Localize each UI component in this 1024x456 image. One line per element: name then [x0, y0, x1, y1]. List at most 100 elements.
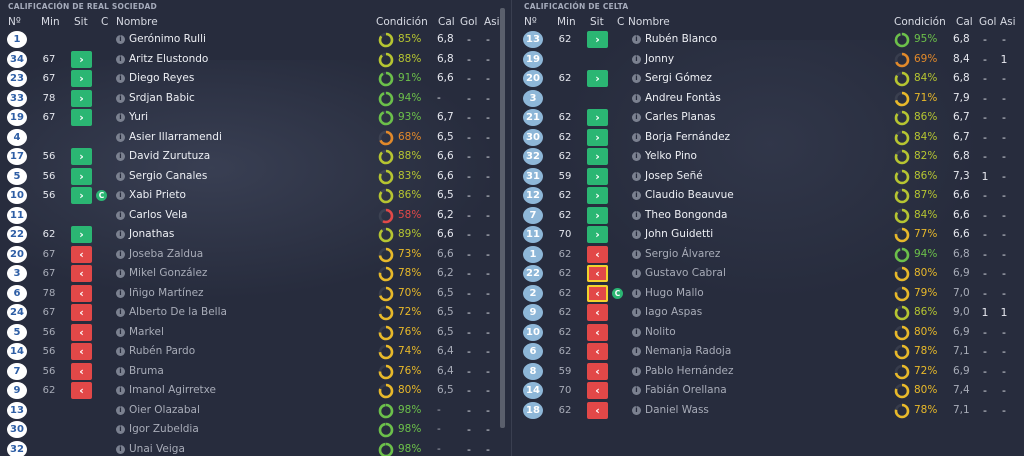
- table-row[interactable]: 19 i Jonny 69% 8,4-1: [516, 50, 1022, 70]
- player-name[interactable]: David Zurutuza: [129, 147, 210, 166]
- col-sit-header[interactable]: Sit: [74, 16, 88, 28]
- table-row[interactable]: 10 62 ‹ i Nolito 80% 6,9- -: [516, 323, 1022, 343]
- player-name[interactable]: Srdjan Babic: [129, 89, 195, 108]
- player-name[interactable]: Theo Bongonda: [645, 206, 727, 225]
- col-asi-header[interactable]: Asi: [1000, 16, 1016, 28]
- info-icon[interactable]: i: [632, 308, 641, 317]
- info-icon[interactable]: i: [632, 191, 641, 200]
- info-icon[interactable]: i: [632, 327, 641, 337]
- table-row[interactable]: 17 56 › i David Zurutuza 88% 6,6 - -: [0, 147, 506, 167]
- player-name[interactable]: Aritz Elustondo: [129, 50, 208, 69]
- table-row[interactable]: 1 62 ‹ i Sergio Álvarez 94% 6,8- -: [516, 245, 1022, 265]
- table-row[interactable]: 12 62 › i Claudio Beauvue 87% 6,6 - -: [516, 186, 1022, 206]
- info-icon[interactable]: i: [116, 269, 125, 278]
- table-row[interactable]: 6 62 ‹ i Nemanja Radoja 78% 7,1 - -: [516, 342, 1022, 362]
- table-row[interactable]: 5 56 › i Sergio Canales 83% 6,6- -: [0, 167, 506, 187]
- info-icon[interactable]: i: [632, 386, 641, 395]
- info-icon[interactable]: i: [632, 230, 641, 239]
- info-icon[interactable]: i: [116, 347, 125, 356]
- info-icon[interactable]: i: [632, 35, 641, 44]
- info-icon[interactable]: i: [632, 269, 641, 278]
- table-row[interactable]: 23 67 › i Diego Reyes 91% 6,6 - -: [0, 69, 506, 89]
- info-icon[interactable]: i: [116, 288, 125, 298]
- info-icon[interactable]: i: [116, 425, 125, 434]
- player-name[interactable]: Oier Olazabal: [129, 401, 200, 420]
- table-row[interactable]: 11 i Carlos Vela 58% 6,2- -: [0, 206, 506, 226]
- player-name[interactable]: Markel: [129, 323, 164, 342]
- info-icon[interactable]: i: [116, 366, 125, 376]
- player-name[interactable]: Asier Illarramendi: [129, 128, 222, 147]
- info-icon[interactable]: i: [116, 54, 125, 64]
- info-icon[interactable]: i: [632, 288, 641, 298]
- table-row[interactable]: 9 62 ‹ i Iago Aspas 86% 9,0 1 1: [516, 303, 1022, 323]
- player-name[interactable]: Mikel González: [129, 264, 207, 283]
- info-icon[interactable]: i: [632, 74, 641, 83]
- table-row[interactable]: 20 62 › i Sergi Gómez 84% 6,8 - -: [516, 69, 1022, 89]
- player-name[interactable]: Carlos Vela: [129, 206, 187, 225]
- player-name[interactable]: Bruma: [129, 362, 164, 381]
- col-min-header[interactable]: Min: [557, 16, 576, 28]
- col-gol-header[interactable]: Gol: [979, 16, 996, 28]
- info-icon[interactable]: i: [116, 132, 125, 142]
- player-name[interactable]: Imanol Agirretxe: [129, 381, 216, 400]
- player-name[interactable]: Borja Fernández: [645, 128, 730, 147]
- player-name[interactable]: Yelko Pino: [645, 147, 697, 166]
- info-icon[interactable]: i: [632, 347, 641, 356]
- player-name[interactable]: Hugo Mallo: [645, 284, 704, 303]
- player-name[interactable]: Iñigo Martínez: [129, 284, 204, 303]
- table-row[interactable]: 4 i Asier Illarramendi 68% 6,5- -: [0, 128, 506, 148]
- info-icon[interactable]: i: [116, 152, 125, 161]
- table-row[interactable]: 30 i Igor Zubeldia 98% - - -: [0, 420, 506, 440]
- info-icon[interactable]: i: [116, 249, 125, 259]
- col-c-header[interactable]: C: [617, 16, 624, 28]
- player-name[interactable]: Rubén Pardo: [129, 342, 195, 361]
- info-icon[interactable]: i: [632, 54, 641, 64]
- table-row[interactable]: 34 67 › i Aritz Elustondo 88% 6,8- -: [0, 50, 506, 70]
- player-name[interactable]: Nolito: [645, 323, 676, 342]
- col-min-header[interactable]: Min: [41, 16, 60, 28]
- player-name[interactable]: Rubén Blanco: [645, 30, 717, 49]
- table-row[interactable]: 14 70 ‹ i Fabián Orellana 80% 7,4 - -: [516, 381, 1022, 401]
- table-row[interactable]: 2 62 ‹ Ci Hugo Mallo 79% 7,0- -: [516, 284, 1022, 304]
- info-icon[interactable]: i: [116, 444, 125, 454]
- table-row[interactable]: 6 78 ‹ i Iñigo Martínez 70% 6,5- -: [0, 284, 506, 304]
- table-row[interactable]: 22 62 › i Jonathas 89% 6,6 - -: [0, 225, 506, 245]
- player-name[interactable]: Claudio Beauvue: [645, 186, 734, 205]
- col-cal-header[interactable]: Cal: [956, 16, 973, 28]
- info-icon[interactable]: i: [116, 93, 125, 103]
- player-name[interactable]: Gerónimo Rulli: [129, 30, 206, 49]
- col-asi-header[interactable]: Asi: [484, 16, 500, 28]
- player-name[interactable]: Nemanja Radoja: [645, 342, 731, 361]
- col-nombre-header[interactable]: Nombre: [116, 16, 158, 28]
- player-name[interactable]: Sergio Canales: [129, 167, 207, 186]
- table-row[interactable]: 9 62 ‹ i Imanol Agirretxe 80% 6,5 - -: [0, 381, 506, 401]
- info-icon[interactable]: i: [632, 405, 641, 415]
- table-row[interactable]: 8 59 ‹ i Pablo Hernández 72% 6,9- -: [516, 362, 1022, 382]
- col-c-header[interactable]: C: [101, 16, 108, 28]
- player-name[interactable]: Jonathas: [129, 225, 174, 244]
- table-row[interactable]: 33 78 › i Srdjan Babic 94% - - -: [0, 89, 506, 109]
- player-name[interactable]: Igor Zubeldia: [129, 420, 199, 439]
- info-icon[interactable]: i: [632, 93, 641, 103]
- table-row[interactable]: 14 56 ‹ i Rubén Pardo 74% 6,4 - -: [0, 342, 506, 362]
- player-name[interactable]: Alberto De la Bella: [129, 303, 227, 322]
- player-name[interactable]: Diego Reyes: [129, 69, 194, 88]
- player-name[interactable]: Unai Veiga: [129, 440, 185, 456]
- table-row[interactable]: 7 56 ‹ i Bruma 76% 6,4- -: [0, 362, 506, 382]
- player-name[interactable]: Xabi Prieto: [129, 186, 186, 205]
- col-num-header[interactable]: Nº: [524, 16, 537, 28]
- col-condicion-header[interactable]: Condición: [894, 16, 946, 28]
- info-icon[interactable]: i: [116, 308, 125, 317]
- info-icon[interactable]: i: [632, 171, 641, 181]
- player-name[interactable]: Sergi Gómez: [645, 69, 712, 88]
- player-name[interactable]: Joseba Zaldua: [129, 245, 203, 264]
- table-row[interactable]: 5 56 ‹ i Markel 76% 6,5- -: [0, 323, 506, 343]
- table-row[interactable]: 13 i Oier Olazabal 98% - - -: [0, 401, 506, 421]
- col-sit-header[interactable]: Sit: [590, 16, 604, 28]
- info-icon[interactable]: i: [632, 210, 641, 220]
- info-icon[interactable]: i: [116, 191, 125, 200]
- player-name[interactable]: Yuri: [129, 108, 148, 127]
- table-row[interactable]: 31 59 › i Josep Señé 86% 7,3 1-: [516, 167, 1022, 187]
- scrollbar[interactable]: [500, 8, 505, 428]
- info-icon[interactable]: i: [116, 327, 125, 337]
